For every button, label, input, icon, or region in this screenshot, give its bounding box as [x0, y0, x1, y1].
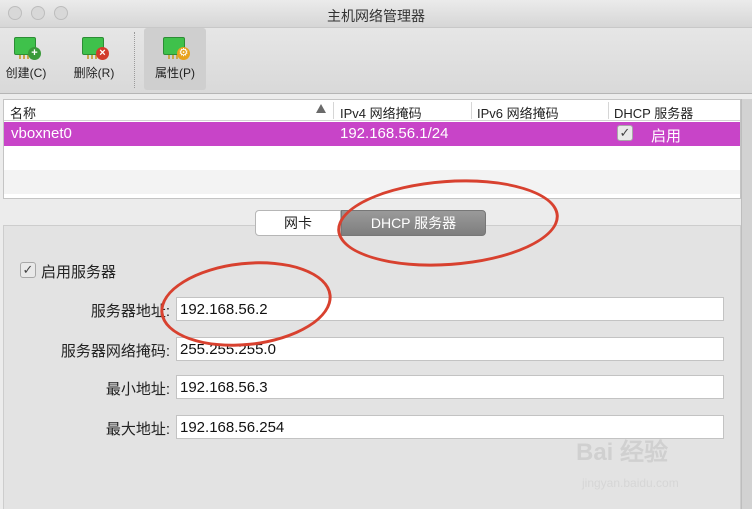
network-card-add-icon: + — [13, 34, 41, 60]
create-label: 创建(C) — [5, 66, 47, 80]
properties-button[interactable]: ⚙ 属性(P) — [144, 28, 206, 90]
enable-server-checkbox[interactable]: ✓ — [20, 262, 36, 278]
lower-address-label: 最小地址: — [105, 381, 170, 398]
column-header-name[interactable]: 名称 — [10, 103, 36, 122]
sort-ascending-icon — [316, 104, 326, 113]
table-row-empty — [4, 170, 740, 194]
column-header-ipv6[interactable]: IPv6 网络掩码 — [477, 103, 559, 122]
host-network-manager-window: 主机网络管理器 + 创建(C) × 删除(R) ⚙ 属性(P) 名称 IPv4 … — [0, 0, 752, 509]
tab-adapter[interactable]: 网卡 — [255, 210, 341, 236]
row-name: vboxnet0 — [11, 125, 72, 142]
row-dhcp-status: 启用 — [651, 128, 682, 145]
watermark-logo: Bai 经验 — [576, 439, 669, 466]
watermark-url: jingyan.baidu.com — [582, 476, 679, 490]
row-ipv4: 192.168.56.1/24 — [340, 125, 449, 142]
row-dhcp-checkbox[interactable]: ✓ — [617, 125, 633, 141]
delete-label: 删除(R) — [73, 66, 115, 80]
window-title: 主机网络管理器 — [327, 8, 425, 24]
network-card-properties-icon: ⚙ — [162, 34, 190, 60]
network-card-remove-icon: × — [81, 34, 109, 60]
column-header-ipv4[interactable]: IPv4 网络掩码 — [340, 103, 422, 122]
table-row[interactable]: vboxnet0 192.168.56.1/24 ✓ 启用 — [4, 122, 740, 146]
create-button[interactable]: + 创建(C) — [2, 28, 50, 90]
delete-button[interactable]: × 删除(R) — [70, 28, 118, 90]
toolbar: + 创建(C) × 删除(R) ⚙ 属性(P) — [0, 28, 752, 94]
title-bar: 主机网络管理器 — [0, 0, 752, 28]
lower-address-input[interactable] — [176, 375, 724, 399]
server-mask-label: 服务器网络掩码: — [60, 343, 170, 360]
table-header: 名称 IPv4 网络掩码 IPv6 网络掩码 DHCP 服务器 — [4, 100, 740, 121]
server-address-label: 服务器地址: — [90, 303, 170, 320]
column-header-dhcp[interactable]: DHCP 服务器 — [614, 103, 693, 122]
enable-server-label[interactable]: 启用服务器 — [41, 261, 116, 282]
upper-address-label: 最大地址: — [105, 421, 170, 438]
properties-label: 属性(P) — [155, 66, 195, 80]
table-row-empty — [4, 146, 740, 170]
network-table: 名称 IPv4 网络掩码 IPv6 网络掩码 DHCP 服务器 vboxnet0… — [3, 99, 741, 199]
toolbar-separator — [134, 32, 135, 88]
window-edge-strip — [741, 99, 752, 509]
